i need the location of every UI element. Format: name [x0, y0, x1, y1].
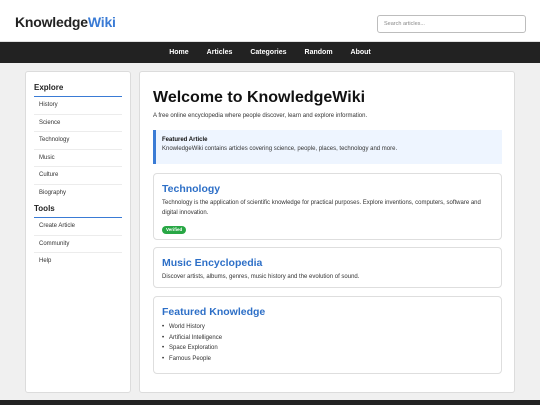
nav-home[interactable]: Home: [169, 42, 188, 63]
sidebar-heading-tools: Tools: [34, 202, 122, 218]
card-featured-knowledge: Featured Knowledge World History Artific…: [153, 296, 502, 374]
list-item[interactable]: Artificial Intelligence: [162, 333, 493, 344]
sidebar-item-community[interactable]: Community: [34, 236, 122, 253]
verified-badge: Verified: [162, 225, 187, 234]
featured-article-box: Featured Article KnowledgeWiki contains …: [153, 130, 502, 164]
main-nav: Home Articles Categories Random About: [0, 42, 540, 63]
sidebar-heading-explore: Explore: [34, 72, 122, 97]
card-technology-title[interactable]: Technology: [162, 183, 493, 195]
featured-article-text: KnowledgeWiki contains articles covering…: [162, 146, 398, 152]
sidebar-item-music[interactable]: Music: [34, 150, 122, 167]
site-logo[interactable]: KnowledgeWiki: [15, 14, 116, 30]
sidebar-item-culture[interactable]: Culture: [34, 167, 122, 185]
search-input[interactable]: [377, 15, 526, 33]
card-featured-knowledge-title[interactable]: Featured Knowledge: [162, 306, 493, 318]
sidebar-item-technology[interactable]: Technology: [34, 132, 122, 150]
page-subtitle: A free online encyclopedia where people …: [153, 113, 368, 119]
card-music-encyclopedia: Music Encyclopedia Discover artists, alb…: [153, 247, 502, 288]
sidebar-item-create-article[interactable]: Create Article: [34, 218, 122, 236]
card-technology-text: Technology is the application of scienti…: [162, 200, 481, 216]
main-content: Welcome to KnowledgeWiki A free online e…: [139, 71, 515, 393]
sidebar: Explore History Science Technology Music…: [25, 71, 131, 393]
card-music-text: Discover artists, albums, genres, music …: [162, 274, 360, 280]
card-music-title[interactable]: Music Encyclopedia: [162, 257, 493, 269]
sidebar-item-history[interactable]: History: [34, 97, 122, 115]
list-item[interactable]: Famous People: [162, 354, 493, 365]
nav-categories[interactable]: Categories: [250, 42, 286, 63]
nav-about[interactable]: About: [351, 42, 371, 63]
featured-knowledge-list: World History Artificial Intelligence Sp…: [162, 322, 493, 364]
page-title: Welcome to KnowledgeWiki: [153, 89, 366, 106]
logo-part-knowledge: Knowledge: [15, 14, 88, 30]
card-technology: Technology Technology is the application…: [153, 173, 502, 240]
featured-article-heading: Featured Article: [162, 137, 208, 143]
sidebar-item-biography[interactable]: Biography: [34, 185, 122, 203]
list-item[interactable]: Space Exploration: [162, 343, 493, 354]
nav-random[interactable]: Random: [305, 42, 333, 63]
site-footer: [0, 400, 540, 405]
sidebar-item-science[interactable]: Science: [34, 115, 122, 132]
sidebar-item-help[interactable]: Help: [34, 253, 122, 271]
logo-part-wiki: Wiki: [87, 14, 116, 30]
nav-articles[interactable]: Articles: [207, 42, 233, 63]
site-header: KnowledgeWiki: [0, 0, 540, 42]
list-item[interactable]: World History: [162, 322, 493, 333]
